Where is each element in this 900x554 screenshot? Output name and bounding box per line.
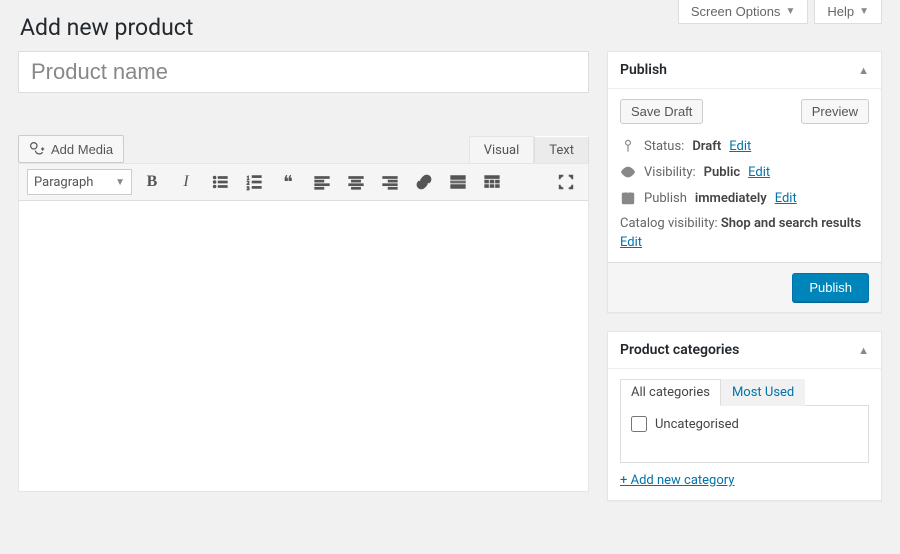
help-label: Help xyxy=(827,4,854,19)
edit-catalog-visibility-link[interactable]: Edit xyxy=(620,235,642,250)
publish-heading: Publish xyxy=(620,62,667,78)
catalog-visibility-label: Catalog visibility: xyxy=(620,216,718,231)
categories-heading: Product categories xyxy=(620,342,739,358)
read-more-button[interactable] xyxy=(444,169,472,195)
edit-publish-time-link[interactable]: Edit xyxy=(775,191,797,206)
format-select[interactable]: Paragraph ▼ xyxy=(27,169,132,195)
blockquote-button[interactable]: ❝ xyxy=(274,169,302,195)
fullscreen-icon xyxy=(557,173,575,191)
editor-content[interactable] xyxy=(19,201,588,491)
category-item[interactable]: Uncategorised xyxy=(631,416,739,432)
add-media-button[interactable]: Add Media xyxy=(18,135,124,163)
bullet-list-icon xyxy=(211,173,229,191)
collapse-toggle-icon[interactable]: ▲ xyxy=(858,344,869,357)
caret-down-icon: ▼ xyxy=(859,6,869,17)
editor-toolbar: Paragraph ▼ B I 123 ❝ xyxy=(19,164,588,201)
editor-box: Paragraph ▼ B I 123 ❝ xyxy=(18,163,589,492)
publish-button[interactable]: Publish xyxy=(792,273,869,302)
calendar-icon xyxy=(620,190,636,206)
eye-icon xyxy=(620,164,636,180)
status-label: Status: xyxy=(644,139,684,154)
category-list: Uncategorised xyxy=(620,405,869,463)
visibility-label: Visibility: xyxy=(644,165,696,180)
media-icon xyxy=(29,141,45,157)
bold-button[interactable]: B xyxy=(138,169,166,195)
svg-text:3: 3 xyxy=(247,186,250,191)
edit-status-link[interactable]: Edit xyxy=(729,139,751,154)
tab-all-categories[interactable]: All categories xyxy=(620,379,721,406)
category-checkbox[interactable] xyxy=(631,416,647,432)
screen-options-button[interactable]: Screen Options ▼ xyxy=(678,0,809,24)
save-draft-button[interactable]: Save Draft xyxy=(620,99,703,124)
tab-most-used[interactable]: Most Used xyxy=(721,379,805,406)
align-left-icon xyxy=(313,173,331,191)
visibility-value: Public xyxy=(704,165,740,180)
toolbar-toggle-icon xyxy=(483,173,501,191)
align-left-button[interactable] xyxy=(308,169,336,195)
link-icon xyxy=(415,173,433,191)
product-title-input[interactable] xyxy=(18,51,589,93)
collapse-toggle-icon[interactable]: ▲ xyxy=(858,64,869,77)
tab-text[interactable]: Text xyxy=(534,136,589,163)
preview-button[interactable]: Preview xyxy=(801,99,869,124)
toolbar-toggle-button[interactable] xyxy=(478,169,506,195)
help-button[interactable]: Help ▼ xyxy=(814,0,882,24)
status-value: Draft xyxy=(692,139,721,154)
edit-visibility-link[interactable]: Edit xyxy=(748,165,770,180)
catalog-visibility-value: Shop and search results xyxy=(721,216,861,231)
format-select-value: Paragraph xyxy=(34,175,93,190)
bullet-list-button[interactable] xyxy=(206,169,234,195)
italic-button[interactable]: I xyxy=(172,169,200,195)
publish-box: Publish ▲ Save Draft Preview Status: Dra… xyxy=(607,51,882,313)
fullscreen-button[interactable] xyxy=(552,169,580,195)
categories-box: Product categories ▲ All categories Most… xyxy=(607,331,882,501)
align-center-icon xyxy=(347,173,365,191)
numbered-list-button[interactable]: 123 xyxy=(240,169,268,195)
caret-down-icon: ▼ xyxy=(785,6,795,17)
add-new-category-link[interactable]: + Add new category xyxy=(620,473,734,488)
numbered-list-icon: 123 xyxy=(245,173,263,191)
pin-icon xyxy=(620,138,636,154)
publish-time-value: immediately xyxy=(695,191,767,206)
screen-options-label: Screen Options xyxy=(691,4,781,19)
align-right-button[interactable] xyxy=(376,169,404,195)
align-right-icon xyxy=(381,173,399,191)
link-button[interactable] xyxy=(410,169,438,195)
add-media-label: Add Media xyxy=(51,142,113,157)
caret-down-icon: ▼ xyxy=(115,177,125,188)
publish-time-label: Publish xyxy=(644,191,687,206)
align-center-button[interactable] xyxy=(342,169,370,195)
read-more-icon xyxy=(449,173,467,191)
category-label: Uncategorised xyxy=(655,417,739,432)
tab-visual[interactable]: Visual xyxy=(469,136,535,163)
